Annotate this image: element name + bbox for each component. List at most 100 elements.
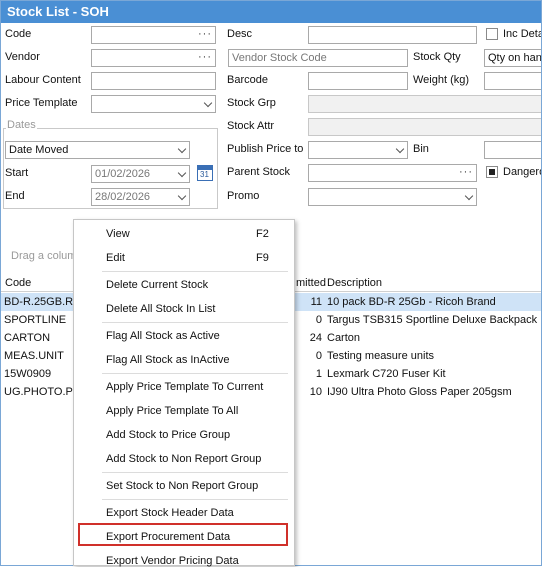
bin-label: Bin	[413, 143, 429, 155]
stock-attr-input[interactable]	[308, 118, 541, 136]
menu-item-export-stock-header[interactable]: Export Stock Header Data	[106, 507, 234, 519]
barcode-input[interactable]	[308, 72, 408, 90]
menu-item-add-to-price-group[interactable]: Add Stock to Price Group	[106, 429, 230, 441]
context-menu: View F2 Edit F9 Delete Current Stock Delet…	[73, 219, 295, 567]
calendar-icon-text: 31	[200, 170, 209, 179]
chevron-down-icon	[177, 168, 187, 178]
menu-item-shortcut: F2	[256, 228, 269, 240]
ellipsis-icon[interactable]: ···	[198, 50, 212, 65]
dates-group-title: Dates	[6, 119, 37, 131]
menu-item-delete-current-stock[interactable]: Delete Current Stock	[106, 279, 208, 291]
menu-separator	[102, 499, 288, 500]
group-by-hint: Drag a colum	[11, 250, 77, 262]
date-type-value: Date Moved	[9, 144, 69, 156]
dangerous-checkbox[interactable]	[486, 166, 498, 178]
row-qty: 11	[310, 296, 322, 308]
menu-item-apply-price-template-current[interactable]: Apply Price Template To Current	[106, 381, 263, 393]
row-qty: 1	[315, 368, 322, 380]
vendor-stock-code-placeholder: Vendor Stock Code	[232, 52, 327, 64]
labour-content-input[interactable]	[91, 72, 216, 90]
menu-item-export-vendor-pricing[interactable]: Export Vendor Pricing Data	[106, 555, 239, 567]
vendor-label: Vendor	[5, 51, 40, 63]
menu-item-label: Edit	[106, 252, 125, 264]
menu-separator	[102, 373, 288, 374]
vendor-input[interactable]: ···	[91, 49, 216, 67]
menu-item-edit[interactable]: Edit F9	[106, 252, 269, 264]
ellipsis-icon[interactable]: ···	[198, 27, 212, 42]
desc-input[interactable]	[308, 26, 477, 44]
menu-item-export-procurement[interactable]: Export Procurement Data	[106, 531, 230, 543]
stock-attr-label: Stock Attr	[227, 120, 275, 132]
menu-item-set-non-report-group[interactable]: Set Stock to Non Report Group	[106, 480, 258, 492]
row-code: SPORTLINE	[4, 314, 67, 326]
desc-label: Desc	[227, 28, 253, 40]
price-template-label: Price Template	[5, 97, 78, 109]
menu-item-flag-active[interactable]: Flag All Stock as Active	[106, 330, 220, 342]
stock-qty-label: Stock Qty	[413, 51, 461, 63]
row-description: Carton	[327, 332, 361, 344]
chevron-down-icon	[464, 191, 474, 201]
menu-item-delete-all-stock[interactable]: Delete All Stock In List	[106, 303, 215, 315]
parent-stock-input[interactable]: ···	[308, 164, 477, 182]
stock-grp-label: Stock Grp	[227, 97, 276, 109]
stock-qty-select[interactable]: Qty on hanc	[484, 49, 542, 67]
chevron-down-icon	[395, 144, 405, 154]
start-date-value: 01/02/2026	[95, 168, 151, 180]
promo-select[interactable]	[308, 188, 477, 206]
chevron-down-icon	[203, 98, 213, 108]
stock-qty-value: Qty on hanc	[488, 52, 542, 64]
menu-item-shortcut: F9	[256, 252, 269, 264]
row-code: BD-R.25GB.RI	[4, 296, 77, 308]
weight-input[interactable]	[484, 72, 541, 90]
row-description: IJ90 Ultra Photo Gloss Paper 205gsm	[327, 386, 512, 398]
menu-item-view[interactable]: View F2	[106, 228, 269, 240]
menu-item-apply-price-template-all[interactable]: Apply Price Template To All	[106, 405, 238, 417]
vendor-stock-code-input[interactable]: Vendor Stock Code	[228, 49, 408, 67]
end-date-value: 28/02/2026	[95, 191, 151, 203]
end-date-input[interactable]: 28/02/2026	[91, 188, 190, 206]
start-label: Start	[5, 167, 29, 179]
column-header-committed[interactable]: mitted	[296, 277, 326, 289]
menu-separator	[102, 472, 288, 473]
stock-grp-input[interactable]	[308, 95, 541, 113]
column-header-description[interactable]: Description	[327, 277, 382, 289]
calendar-icon[interactable]: 31	[197, 165, 213, 181]
inc-details-checkbox[interactable]	[486, 28, 498, 40]
row-code: UG.PHOTO.P	[4, 386, 73, 398]
dangerous-label: Dangero	[503, 166, 542, 178]
code-label: Code	[5, 28, 32, 40]
weight-label: Weight (kg)	[413, 74, 470, 86]
row-description: Testing measure units	[327, 350, 434, 362]
code-input[interactable]: ···	[91, 26, 216, 44]
menu-item-flag-inactive[interactable]: Flag All Stock as InActive	[106, 354, 230, 366]
window-title: Stock List - SOH	[1, 1, 541, 23]
labour-content-label: Labour Content	[5, 74, 81, 86]
end-label: End	[5, 190, 25, 202]
ellipsis-icon[interactable]: ···	[459, 165, 473, 180]
price-template-select[interactable]	[91, 95, 216, 113]
bin-input[interactable]	[484, 141, 541, 159]
menu-separator	[102, 322, 288, 323]
row-qty: 0	[315, 314, 322, 326]
row-description: Lexmark C720 Fuser Kit	[327, 368, 446, 380]
chevron-down-icon	[177, 144, 187, 154]
barcode-label: Barcode	[227, 74, 268, 86]
inc-details-label: Inc Deta	[503, 28, 542, 40]
row-code: 15W0909	[4, 368, 52, 380]
chevron-down-icon	[177, 191, 187, 201]
row-qty: 0	[315, 350, 322, 362]
menu-item-add-to-non-report-group[interactable]: Add Stock to Non Report Group	[106, 453, 261, 465]
publish-price-label: Publish Price to	[227, 143, 304, 155]
menu-separator	[102, 271, 288, 272]
row-code: CARTON	[4, 332, 51, 344]
promo-label: Promo	[227, 190, 260, 202]
publish-price-select[interactable]	[308, 141, 408, 159]
menu-item-label: View	[106, 228, 130, 240]
column-header-code[interactable]: Code	[5, 277, 31, 289]
row-qty: 10	[309, 386, 322, 398]
row-qty: 24	[309, 332, 322, 344]
date-type-select[interactable]: Date Moved	[5, 141, 190, 159]
start-date-input[interactable]: 01/02/2026	[91, 165, 190, 183]
row-description: 10 pack BD-R 25Gb - Ricoh Brand	[327, 296, 496, 308]
parent-stock-label: Parent Stock	[227, 166, 290, 178]
